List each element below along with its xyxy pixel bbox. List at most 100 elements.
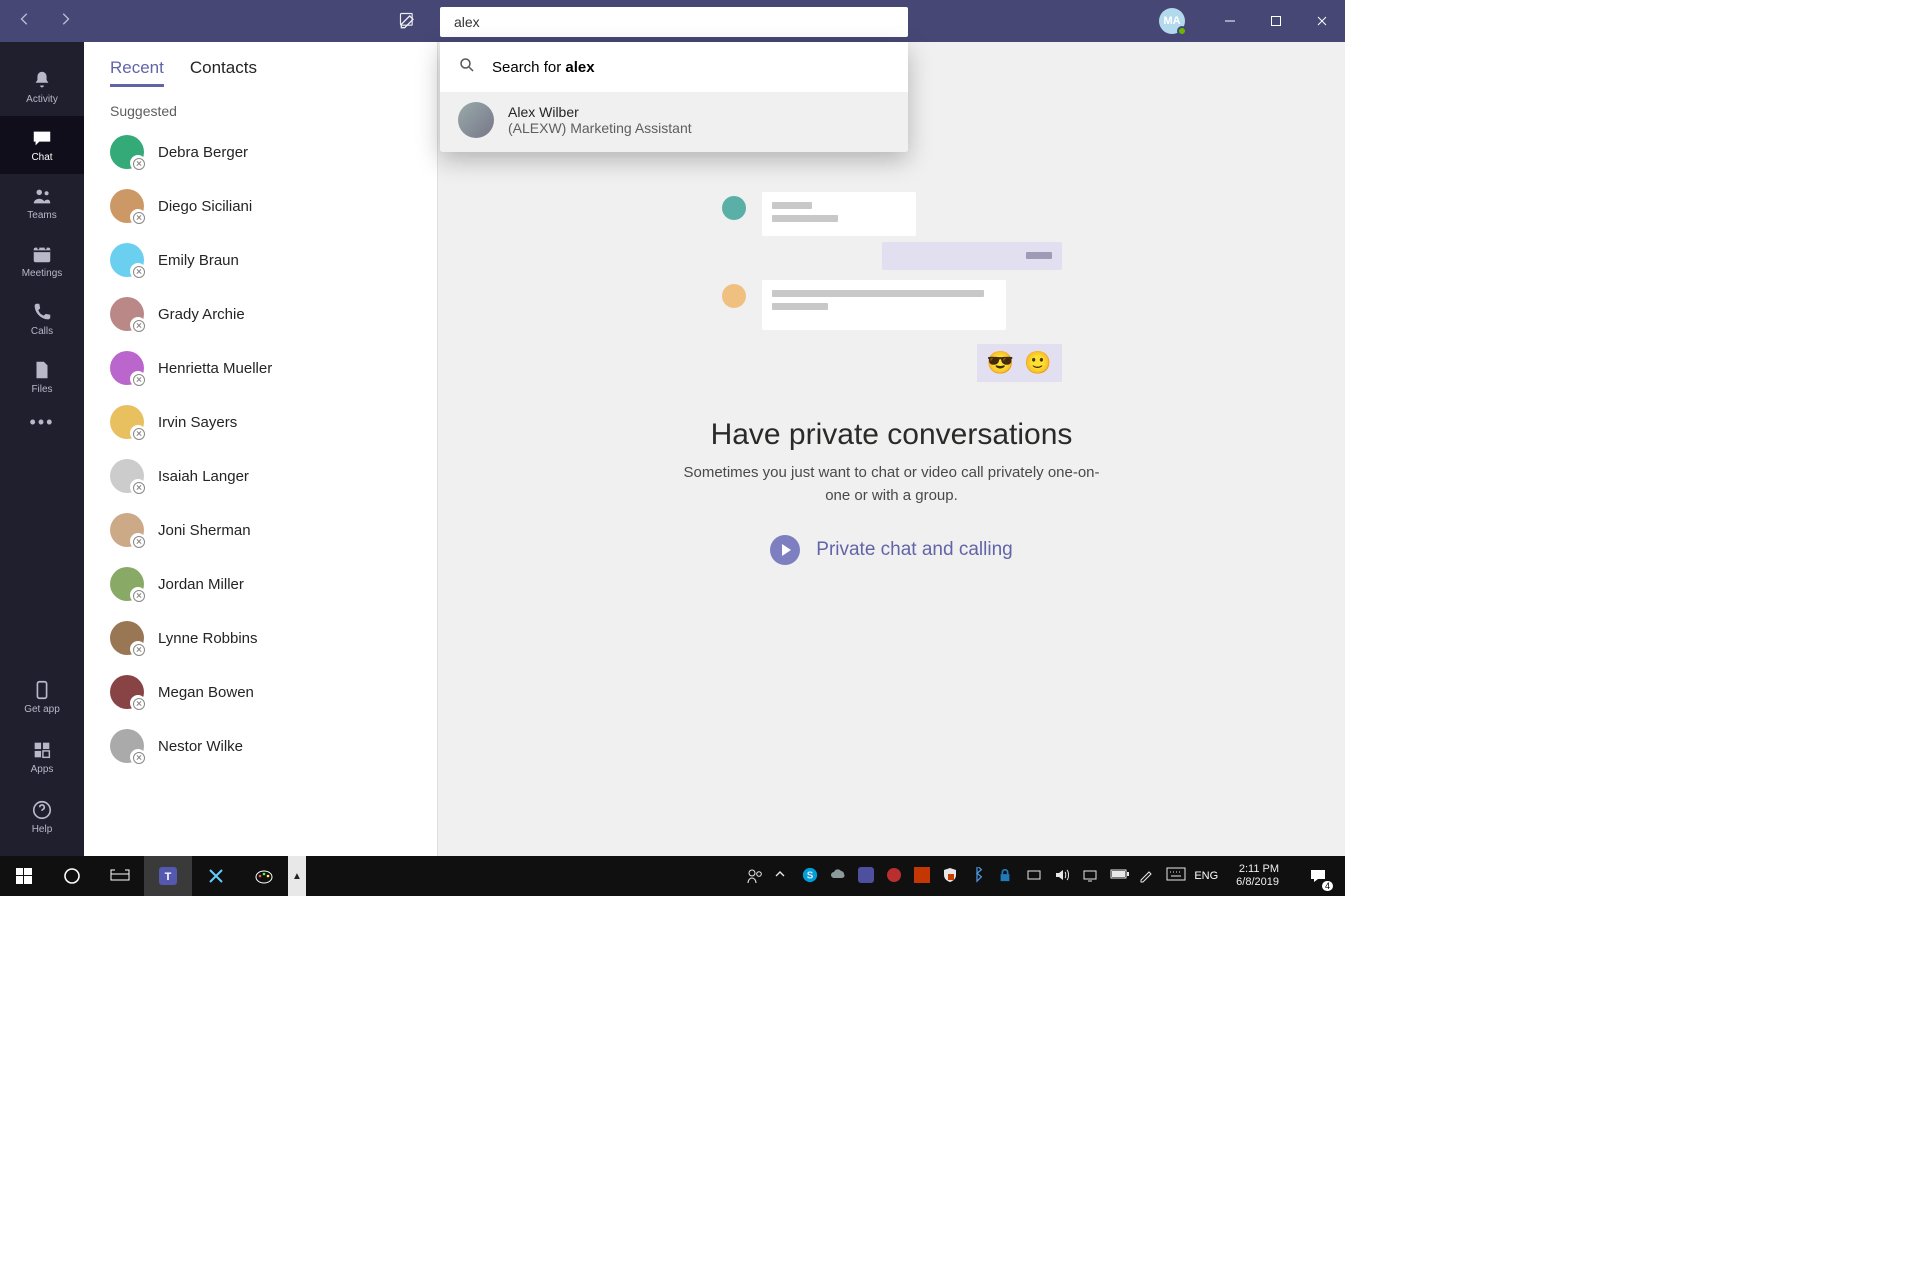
suggested-person[interactable]: Isaiah Langer: [110, 449, 437, 503]
illustration-bubble: [882, 242, 1062, 270]
taskbar-snip-app[interactable]: [192, 856, 240, 896]
empty-state-subline: Sometimes you just want to chat or video…: [672, 462, 1112, 507]
taskbar-paint-app[interactable]: [240, 856, 288, 896]
rail-more-icon[interactable]: •••: [30, 412, 55, 433]
tray-skype-icon[interactable]: S: [802, 867, 820, 885]
task-view-button[interactable]: [96, 856, 144, 896]
person-name: Diego Siciliani: [158, 198, 252, 215]
person-avatar-icon: [110, 459, 144, 493]
person-name: Grady Archie: [158, 306, 245, 323]
emoji-sunglasses-icon: 😎: [987, 350, 1014, 376]
tray-volume-icon[interactable]: [1054, 867, 1072, 885]
rail-chat[interactable]: Chat: [0, 116, 84, 174]
cortana-button[interactable]: [48, 856, 96, 896]
suggested-person[interactable]: Emily Braun: [110, 233, 437, 287]
tray-battery-icon[interactable]: [1110, 867, 1128, 885]
suggested-person[interactable]: Joni Sherman: [110, 503, 437, 557]
person-name: Lynne Robbins: [158, 630, 258, 647]
tray-chevron-up-icon[interactable]: [774, 867, 792, 885]
taskbar-clock[interactable]: 2:11 PM 6/8/2019: [1228, 863, 1287, 889]
tray-app-icon[interactable]: [886, 867, 904, 885]
rail-teams[interactable]: Teams: [0, 174, 84, 232]
suggested-person[interactable]: Grady Archie: [110, 287, 437, 341]
person-name: Joni Sherman: [158, 522, 251, 539]
tab-recent[interactable]: Recent: [110, 58, 164, 87]
rail-label: Help: [32, 824, 53, 835]
rail-activity[interactable]: Activity: [0, 58, 84, 116]
tray-lock-icon[interactable]: [998, 867, 1016, 885]
window-minimize-button[interactable]: [1207, 0, 1253, 42]
search-for-row[interactable]: Search for alex: [440, 42, 908, 92]
result-detail: (ALEXW) Marketing Assistant: [508, 120, 692, 136]
nav-forward-icon[interactable]: [58, 12, 72, 31]
search-input[interactable]: [452, 13, 896, 31]
apps-icon: [31, 739, 53, 761]
rail-label: Meetings: [22, 268, 63, 279]
person-name: Emily Braun: [158, 252, 239, 269]
clock-date: 6/8/2019: [1236, 876, 1279, 889]
suggested-list: Debra Berger Diego Siciliani Emily Braun Gr…: [84, 125, 437, 773]
suggested-person[interactable]: Nestor Wilke: [110, 719, 437, 773]
search-icon: [458, 56, 476, 78]
rail-meetings[interactable]: Meetings: [0, 232, 84, 290]
rail-get-app[interactable]: Get app: [0, 668, 84, 726]
current-user-avatar[interactable]: MA: [1159, 8, 1185, 34]
private-chat-cta[interactable]: Private chat and calling: [770, 535, 1012, 565]
suggested-person[interactable]: Irvin Sayers: [110, 395, 437, 449]
svg-text:S: S: [807, 871, 814, 882]
person-avatar-icon: [110, 675, 144, 709]
illustration-bubble: [762, 280, 1006, 330]
person-avatar-icon: [110, 297, 144, 331]
tab-contacts[interactable]: Contacts: [190, 58, 257, 87]
taskbar-teams-app[interactable]: T: [144, 856, 192, 896]
person-avatar-icon: [110, 243, 144, 277]
tray-onedrive-icon[interactable]: [830, 867, 848, 885]
taskbar-scroll-up-icon[interactable]: ▲: [288, 856, 306, 896]
chat-list-panel: Recent Contacts Suggested Debra BergerDi…: [84, 42, 438, 856]
tray-teams-icon[interactable]: [858, 867, 876, 885]
tray-bluetooth-icon[interactable]: [970, 867, 988, 885]
search-result-person[interactable]: Alex Wilber (ALEXW) Marketing Assistant: [440, 92, 908, 152]
rail-label: Calls: [31, 326, 53, 337]
tray-office-icon[interactable]: [914, 867, 932, 885]
suggested-person[interactable]: Lynne Robbins: [110, 611, 437, 665]
emoji-smile-icon: 🙂: [1024, 350, 1051, 376]
cta-label: Private chat and calling: [816, 539, 1012, 561]
rail-files[interactable]: Files: [0, 348, 84, 406]
suggested-person[interactable]: Henrietta Mueller: [110, 341, 437, 395]
rail-calls[interactable]: Calls: [0, 290, 84, 348]
person-name: Megan Bowen: [158, 684, 254, 701]
chat-tabs: Recent Contacts: [84, 42, 437, 91]
person-avatar-icon: [110, 189, 144, 223]
suggested-person[interactable]: Debra Berger: [110, 125, 437, 179]
rail-help[interactable]: Help: [0, 788, 84, 846]
rail-label: Apps: [31, 764, 54, 775]
suggested-person[interactable]: Megan Bowen: [110, 665, 437, 719]
search-box[interactable]: [440, 7, 908, 37]
action-center-button[interactable]: 4: [1297, 856, 1339, 896]
system-tray: S ENG 2:11 PM 6/8/2019 4: [746, 856, 1345, 896]
tray-pen-icon[interactable]: [1138, 867, 1156, 885]
tray-keyboard-icon[interactable]: [1166, 867, 1184, 885]
chat-illustration: 😎 🙂: [722, 192, 1062, 402]
notification-count: 4: [1322, 881, 1333, 891]
window-maximize-button[interactable]: [1253, 0, 1299, 42]
tray-language[interactable]: ENG: [1194, 870, 1218, 882]
window-close-button[interactable]: [1299, 0, 1345, 42]
tray-people-icon[interactable]: [746, 867, 764, 885]
rail-label: Activity: [26, 94, 58, 105]
person-avatar-icon: [110, 513, 144, 547]
tray-network-icon[interactable]: [1082, 867, 1100, 885]
clock-time: 2:11 PM: [1236, 863, 1279, 876]
illustration-avatar-icon: [722, 196, 746, 220]
rail-apps[interactable]: Apps: [0, 728, 84, 786]
nav-back-icon[interactable]: [18, 12, 32, 31]
new-chat-icon[interactable]: [398, 11, 418, 36]
suggested-person[interactable]: Diego Siciliani: [110, 179, 437, 233]
avatar-initials: MA: [1163, 15, 1180, 27]
start-button[interactable]: [0, 856, 48, 896]
suggested-person[interactable]: Jordan Miller: [110, 557, 437, 611]
title-bar: MA: [0, 0, 1345, 42]
tray-graphics-icon[interactable]: [1026, 867, 1044, 885]
tray-security-icon[interactable]: [942, 867, 960, 885]
